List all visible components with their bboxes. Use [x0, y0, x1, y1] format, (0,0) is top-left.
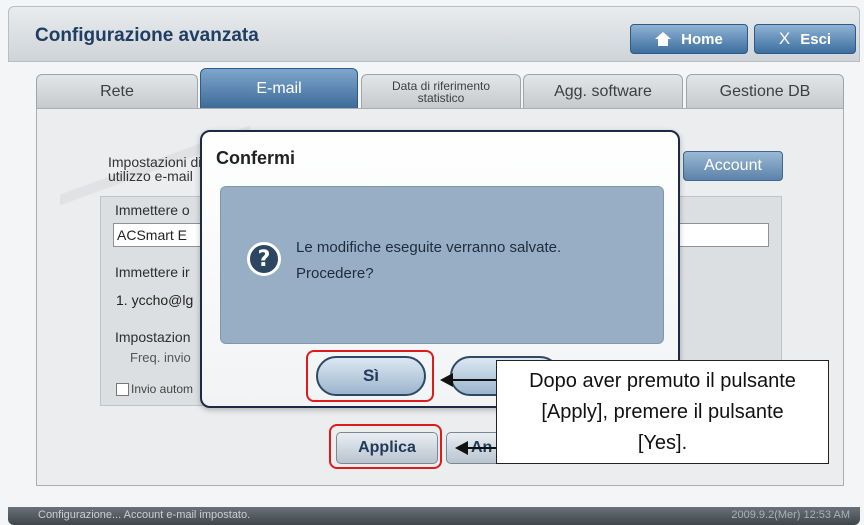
close-icon: X	[778, 29, 791, 48]
schedule-label: Impostazion	[115, 329, 191, 345]
account-button[interactable]: Account	[683, 151, 783, 181]
question-icon: ?	[247, 242, 281, 276]
exit-button-label: Esci	[800, 30, 832, 48]
sender-label: Immettere o	[115, 202, 190, 218]
dialog-message: Le modifiche eseguite verranno salvate. …	[296, 239, 562, 282]
tab-agg-software[interactable]: Agg. software	[523, 74, 683, 108]
home-icon	[655, 32, 672, 46]
home-button-label: Home	[681, 30, 723, 48]
title-bar: Configurazione avanzata Home X Esci	[8, 6, 860, 62]
page-title: Configurazione avanzata	[35, 25, 259, 46]
app-window: Configurazione avanzata Home X Esci Rete…	[0, 0, 864, 525]
auto-send-label: Invio autom	[131, 382, 194, 396]
tab-email[interactable]: E-mail	[200, 68, 358, 108]
recipient-input[interactable]: 1. yccho@lg	[116, 292, 193, 308]
arrow-to-apply	[455, 441, 496, 455]
highlight-yes	[306, 350, 434, 402]
instruction-callout: Dopo aver premuto il pulsante [Apply], p…	[496, 360, 829, 464]
tab-gestione-db[interactable]: Gestione DB	[686, 74, 844, 108]
recipient-label: Immettere ir	[115, 264, 190, 280]
arrow-to-yes	[440, 373, 496, 387]
status-datetime: 2009.9.2(Mer) 12:53 AM	[731, 509, 850, 521]
status-bar: Configurazione... Account e-mail imposta…	[8, 507, 860, 525]
exit-button[interactable]: X Esci	[754, 24, 856, 54]
home-button[interactable]: Home	[630, 24, 748, 54]
section-label: Impostazioni di utilizzo e-mail	[108, 154, 202, 184]
dialog-message-box: ? Le modifiche eseguite verranno salvate…	[220, 186, 664, 344]
tab-rete[interactable]: Rete	[36, 74, 198, 108]
frequency-label: Freq. invio	[130, 350, 191, 365]
tab-data-riferimento[interactable]: Data di riferimento statistico	[361, 74, 521, 108]
highlight-apply	[329, 424, 442, 469]
status-text: Configurazione... Account e-mail imposta…	[38, 509, 251, 521]
auto-send-checkbox[interactable]	[116, 383, 129, 396]
dialog-title: Confermi	[216, 148, 296, 168]
